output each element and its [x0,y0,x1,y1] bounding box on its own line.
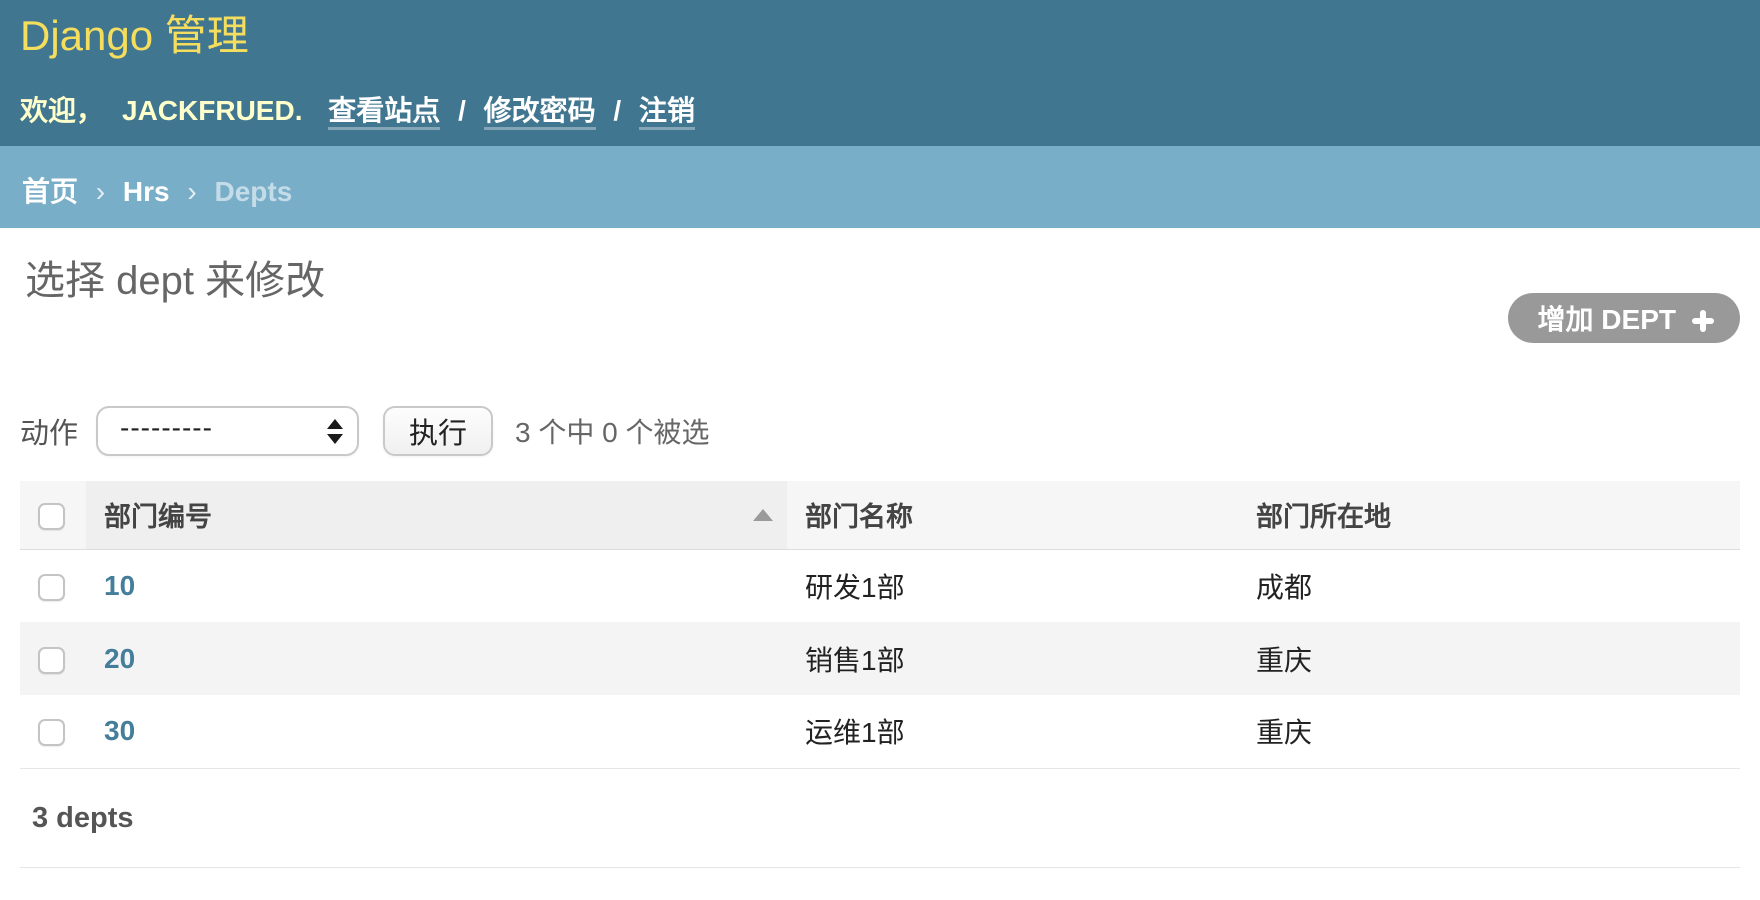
dept-id-link[interactable]: 30 [104,715,135,746]
row-checkbox-cell [20,695,86,768]
dept-id-cell: 30 [86,695,787,768]
table-row: 30 运维1部 重庆 [20,695,1740,768]
table-row: 10 研发1部 成都 [20,549,1740,622]
dept-changelist-table: 部门编号 部门名称 部门所在地 10 研发1部 [20,481,1740,769]
welcome-text: 欢迎， [20,95,104,126]
actions-bar: 动作 --------- 执行 3 个中 0 个被选 [20,406,1740,456]
breadcrumb-separator: › [96,176,105,207]
user-tools-separator: / [458,95,466,126]
action-select[interactable]: --------- [96,406,359,456]
select-all-checkbox[interactable] [38,503,65,530]
dept-id-cell: 10 [86,549,787,622]
column-header-dept-name[interactable]: 部门名称 [787,481,1238,549]
result-count: 3 depts [20,769,1740,868]
user-tools-separator: / [613,95,621,126]
username: JACKFRUED. [122,95,302,126]
page-title: 选择 dept 来修改 [25,248,1740,306]
row-checkbox[interactable] [38,647,65,674]
plus-icon [1692,307,1714,329]
table-row: 20 销售1部 重庆 [20,622,1740,695]
dept-location-cell: 成都 [1238,549,1740,622]
action-select-value: --------- [120,414,327,448]
view-site-link-wrap: 查看站点 [328,95,440,126]
site-name-link[interactable]: Django 管理 [20,10,249,63]
column-header-dept-id-label: 部门编号 [104,495,212,534]
dept-name-cell: 研发1部 [787,549,1238,622]
row-checkbox[interactable] [38,574,65,601]
sort-ascending-icon[interactable] [753,509,773,521]
breadcrumb-separator: › [187,176,196,207]
go-button[interactable]: 执行 [383,406,493,456]
dept-name-cell: 运维1部 [787,695,1238,768]
actions-label: 动作 [20,410,78,452]
add-dept-button-label: 增加 DEPT [1538,298,1676,338]
row-checkbox-cell [20,549,86,622]
main-content: 增加 DEPT 选择 dept 来修改 动作 --------- 执行 3 个中… [0,248,1760,868]
breadcrumb-hrs-link[interactable]: Hrs [123,176,170,207]
user-tools: 欢迎， JACKFRUED. 查看站点 / 修改密码 / 注销 [20,89,1720,129]
add-dept-button[interactable]: 增加 DEPT [1508,293,1740,343]
breadcrumb-current: Depts [215,176,293,207]
breadcrumb-home-link[interactable]: 首页 [22,176,78,207]
select-arrows-icon [327,419,343,444]
dept-id-link[interactable]: 10 [104,570,135,601]
column-header-dept-location-label: 部门所在地 [1256,502,1391,532]
dept-id-cell: 20 [86,622,787,695]
object-tools: 增加 DEPT [1508,293,1740,343]
django-admin-page: Django 管理 欢迎， JACKFRUED. 查看站点 / 修改密码 / 注销… [0,0,1760,900]
view-site-link[interactable]: 查看站点 [328,95,440,130]
row-checkbox-cell [20,622,86,695]
dept-location-cell: 重庆 [1238,622,1740,695]
selection-counter: 3 个中 0 个被选 [515,411,709,451]
breadcrumb: 首页 › Hrs › Depts [0,146,1760,228]
select-all-header-cell [20,481,86,549]
column-header-dept-location[interactable]: 部门所在地 [1238,481,1740,549]
dept-id-link[interactable]: 20 [104,643,135,674]
column-header-dept-name-label: 部门名称 [805,502,913,532]
column-header-dept-id[interactable]: 部门编号 [86,481,787,549]
site-header: Django 管理 欢迎， JACKFRUED. 查看站点 / 修改密码 / 注销 [0,0,1760,146]
table-header-row: 部门编号 部门名称 部门所在地 [20,481,1740,549]
row-checkbox[interactable] [38,719,65,746]
dept-location-cell: 重庆 [1238,695,1740,768]
logout-link[interactable]: 注销 [639,95,695,130]
change-password-link[interactable]: 修改密码 [484,95,596,130]
dept-name-cell: 销售1部 [787,622,1238,695]
